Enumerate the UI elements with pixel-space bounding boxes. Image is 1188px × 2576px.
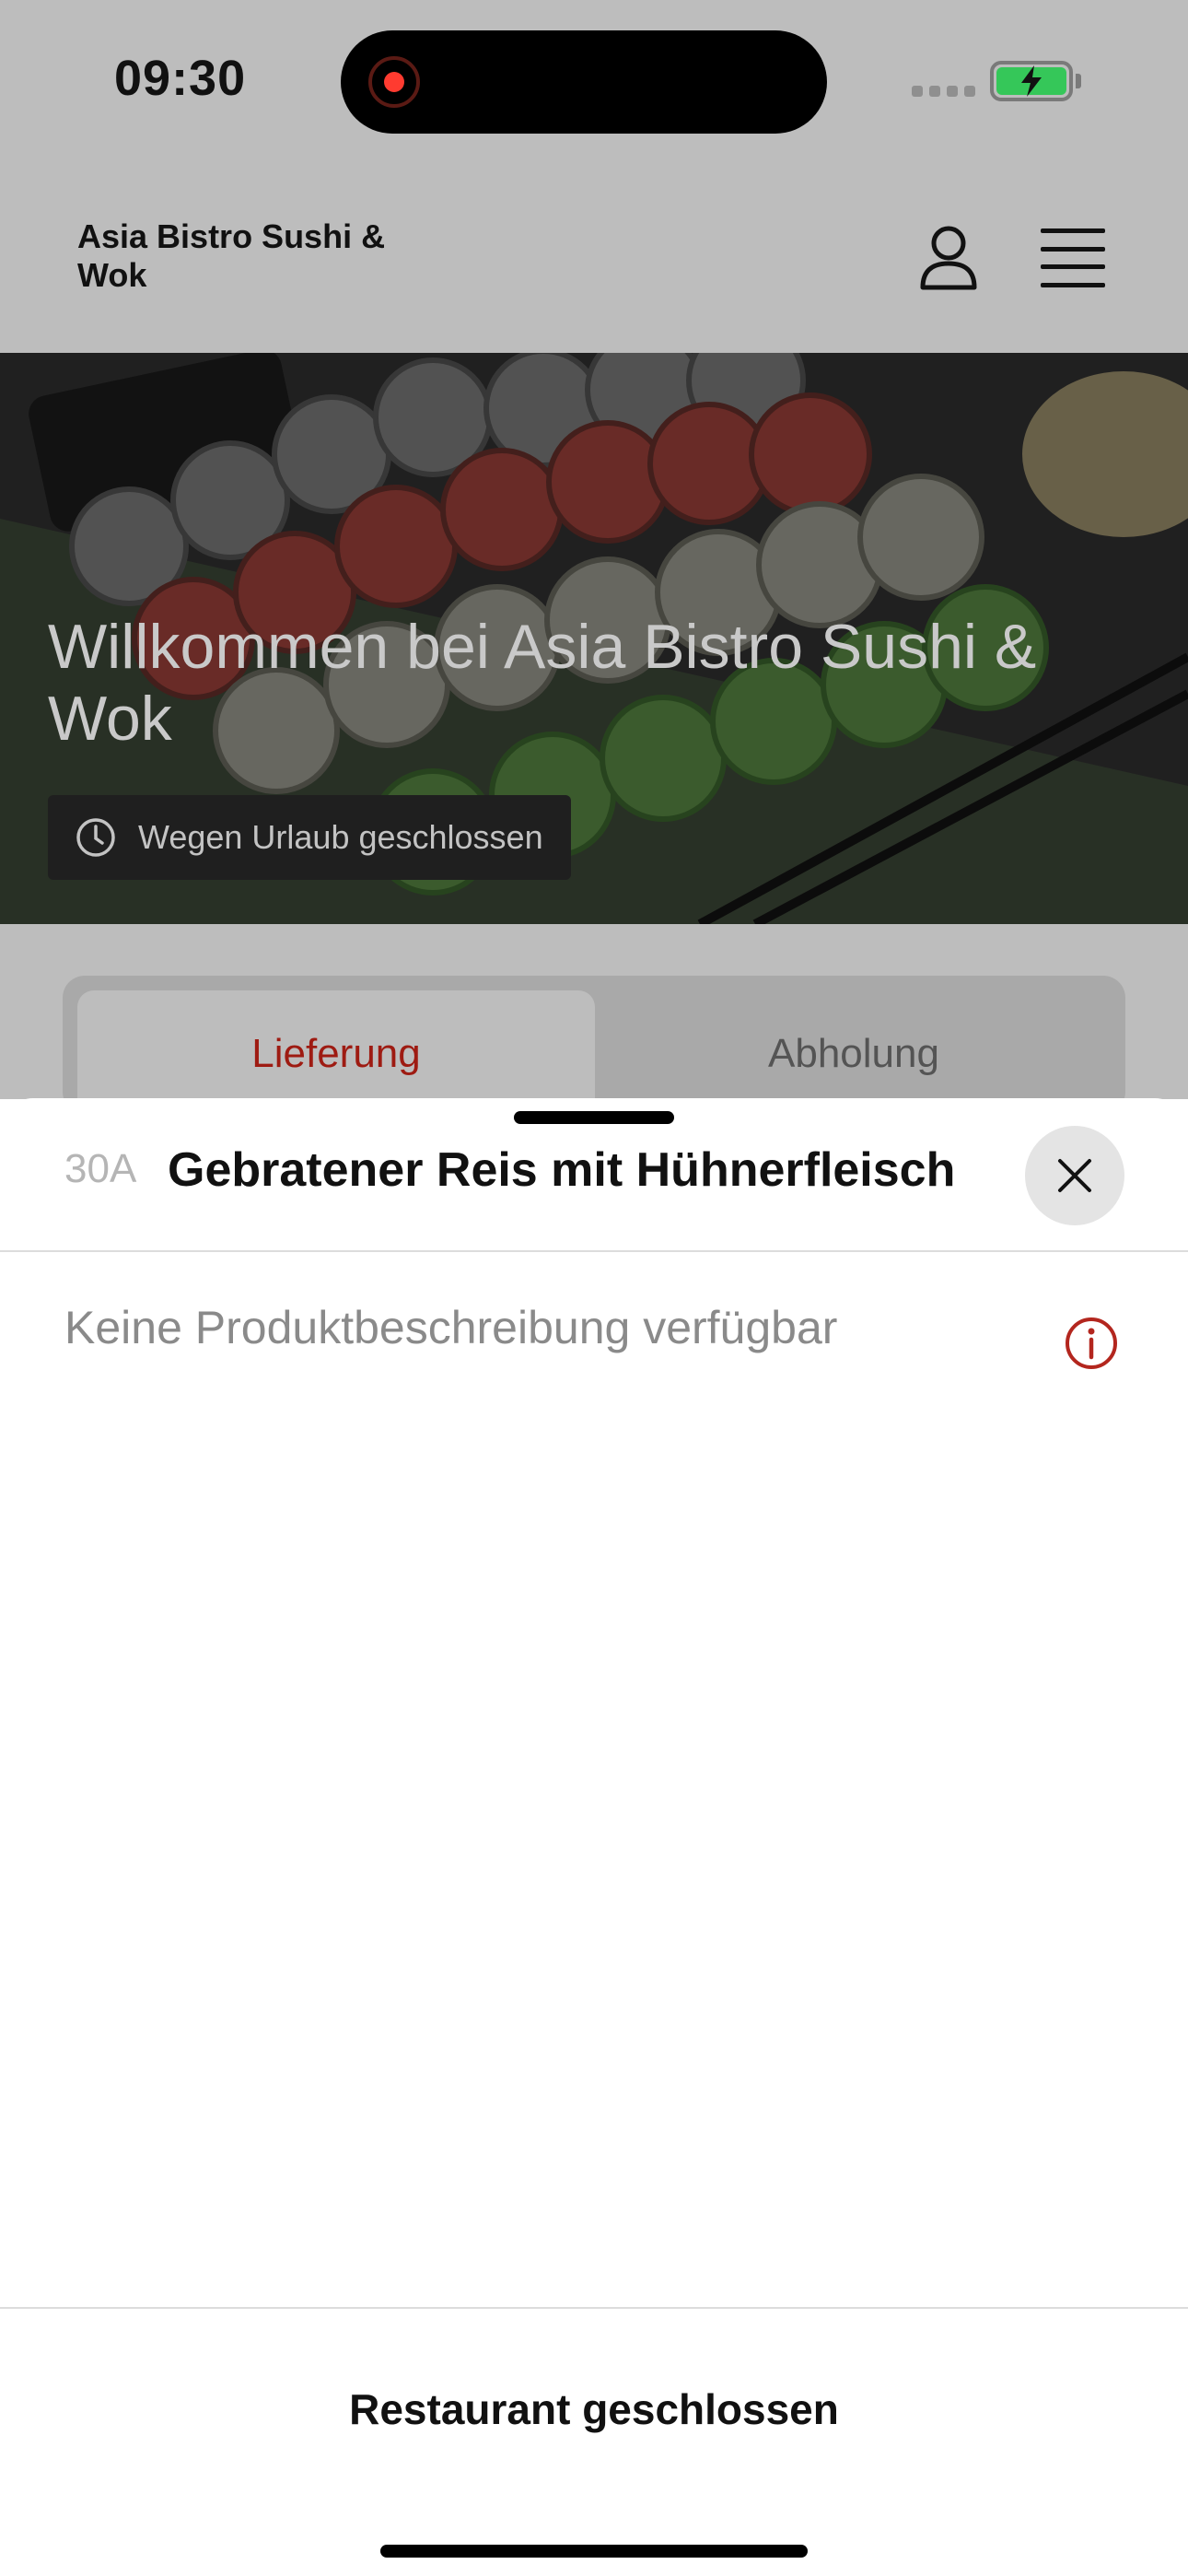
closed-status-label: Wegen Urlaub geschlossen	[138, 818, 543, 856]
sheet-grabber[interactable]	[514, 1111, 674, 1124]
charging-bolt-icon	[1021, 65, 1042, 97]
battery-cap	[1076, 74, 1081, 88]
hamburger-menu-icon[interactable]	[1041, 228, 1105, 287]
product-description: Keine Produktbeschreibung verfügbar	[64, 1302, 838, 1353]
product-title: Gebratener Reis mit Hühnerfleisch	[168, 1143, 956, 1197]
restaurant-closed-button[interactable]: Restaurant geschlossen	[0, 2384, 1188, 2434]
screen-recording-icon	[368, 56, 420, 108]
battery-icon	[990, 61, 1073, 101]
cellular-signal-icon	[912, 86, 975, 97]
app-name: Asia Bistro Sushi & Wok	[77, 217, 386, 294]
close-icon	[1058, 1159, 1091, 1192]
hero-title: Willkommen bei Asia Bistro Sushi & Wok	[48, 612, 1037, 754]
app-header: Asia Bistro Sushi & Wok	[0, 166, 1188, 353]
account-icon[interactable]	[912, 221, 985, 295]
page-backdrop: Lieferung Abholung	[0, 924, 1188, 1129]
status-time: 09:30	[114, 51, 247, 106]
status-bar: 09:30	[0, 0, 1188, 166]
closed-status-badge: Wegen Urlaub geschlossen	[48, 795, 571, 880]
dynamic-island	[341, 30, 827, 134]
hero-banner: Willkommen bei Asia Bistro Sushi & Wok W…	[0, 353, 1188, 924]
home-indicator[interactable]	[380, 2545, 808, 2558]
clock-icon	[76, 818, 115, 857]
info-icon[interactable]	[1064, 1316, 1119, 1371]
sheet-header: 30A Gebratener Reis mit Hühnerfleisch	[0, 1098, 1188, 1252]
order-mode-tabs: Lieferung Abholung	[63, 976, 1125, 1129]
footer-bar: Restaurant geschlossen	[0, 2307, 1188, 2576]
product-number: 30A	[64, 1146, 137, 1191]
close-button[interactable]	[1025, 1126, 1124, 1225]
